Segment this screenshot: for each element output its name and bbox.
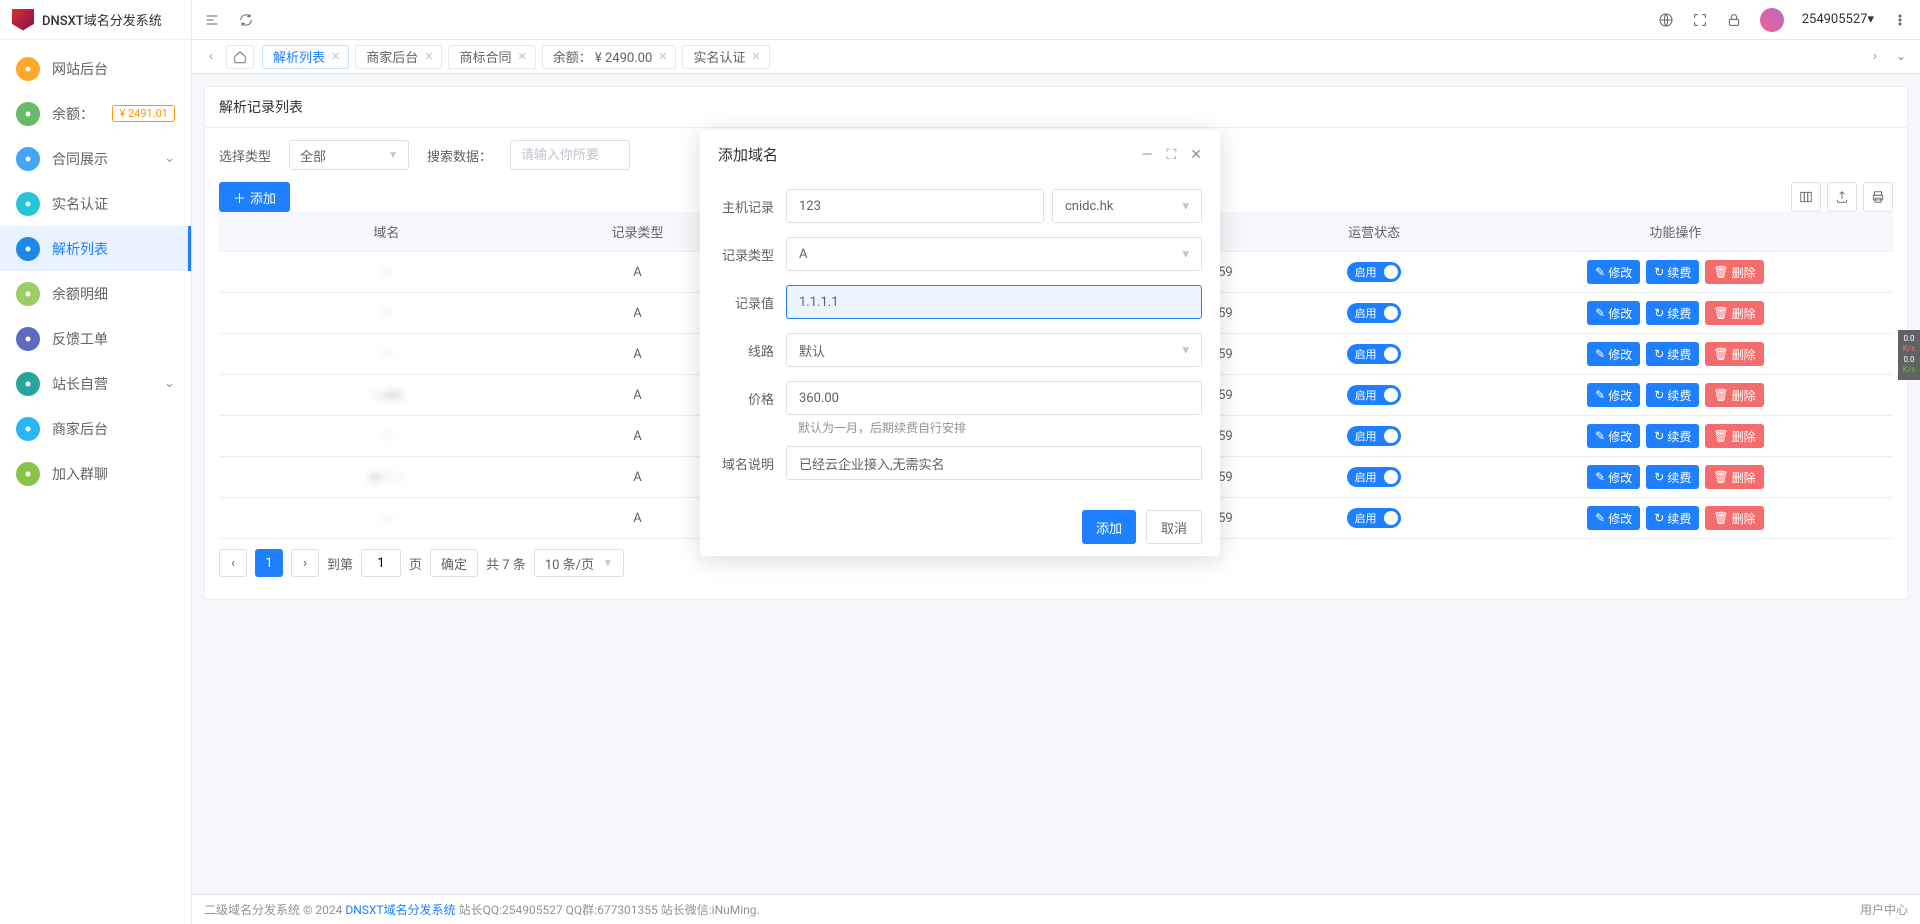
modal-maximize-icon[interactable]: ⛶ bbox=[1166, 147, 1176, 163]
type-label: 记录类型 bbox=[718, 245, 786, 264]
price-input[interactable] bbox=[786, 381, 1202, 415]
type-select[interactable]: A▾ bbox=[786, 237, 1202, 271]
price-hint: 默认为一月，后期续费自行安排 bbox=[798, 419, 1202, 436]
net-speed-widget: 0.0K/s 0.0K/s bbox=[1898, 330, 1920, 380]
modal-minimize-icon[interactable]: — bbox=[1142, 147, 1153, 163]
modal-mask: 添加域名 — ⛶ ✕ 主机记录 cnidc.hk▾ 记录类型 A▾ 记录值 bbox=[0, 0, 1920, 924]
modal-title: 添加域名 bbox=[718, 144, 778, 165]
modal-cancel-button[interactable]: 取消 bbox=[1146, 510, 1202, 544]
value-label: 记录值 bbox=[718, 293, 786, 312]
price-label: 价格 bbox=[718, 389, 786, 408]
desc-label: 域名说明 bbox=[718, 454, 786, 473]
modal-confirm-button[interactable]: 添加 bbox=[1082, 510, 1136, 544]
modal-close-icon[interactable]: ✕ bbox=[1190, 147, 1202, 163]
value-input[interactable] bbox=[786, 285, 1202, 319]
host-input[interactable] bbox=[786, 189, 1044, 223]
suffix-select[interactable]: cnidc.hk▾ bbox=[1052, 189, 1202, 223]
add-domain-modal: 添加域名 — ⛶ ✕ 主机记录 cnidc.hk▾ 记录类型 A▾ 记录值 bbox=[700, 130, 1220, 556]
line-select[interactable]: 默认▾ bbox=[786, 333, 1202, 367]
host-label: 主机记录 bbox=[718, 197, 786, 216]
line-label: 线路 bbox=[718, 341, 786, 360]
desc-input[interactable] bbox=[786, 446, 1202, 480]
